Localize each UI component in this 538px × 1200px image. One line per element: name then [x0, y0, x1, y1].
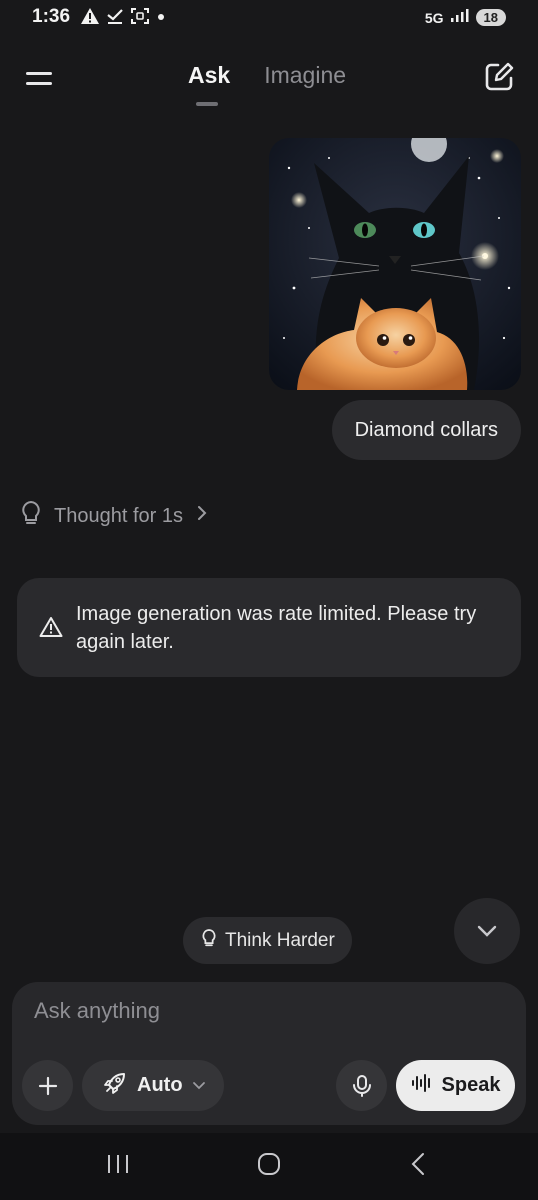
attach-button[interactable] [22, 1060, 73, 1111]
recent-apps-button[interactable] [106, 1151, 130, 1182]
status-right: 5G 18 [425, 7, 506, 28]
recents-icon [108, 1155, 128, 1173]
home-icon [258, 1153, 280, 1175]
model-label: Auto [137, 1074, 183, 1096]
plus-icon [38, 1076, 57, 1095]
thought-label: Thought for 1s [54, 504, 183, 527]
download-done-icon [106, 7, 124, 30]
microphone-button[interactable] [336, 1060, 387, 1111]
think-harder-button[interactable]: Think Harder [183, 917, 352, 964]
rocket-icon [102, 1070, 128, 1102]
network-type: 5G [424, 9, 444, 26]
error-text: Image generation was rate limited. Pleas… [76, 603, 477, 653]
system-navigation-bar [0, 1133, 538, 1200]
back-button[interactable] [408, 1151, 428, 1182]
user-message-bubble: Diamond collars [331, 400, 521, 460]
edit-icon [485, 62, 514, 91]
user-uploaded-image[interactable] [269, 138, 521, 390]
think-harder-label: Think Harder [225, 929, 335, 951]
back-icon [411, 1153, 424, 1175]
new-chat-button[interactable] [482, 60, 516, 94]
status-time: 1:36 [32, 6, 71, 27]
menu-icon [26, 72, 52, 85]
microphone-icon [352, 1074, 371, 1097]
message-input[interactable] [34, 998, 494, 1024]
scroll-to-bottom-button[interactable] [454, 898, 520, 964]
error-message: Image generation was rate limited. Pleas… [17, 578, 521, 677]
mode-tabs: Ask Imagine [188, 62, 346, 106]
chevron-down-icon [477, 925, 497, 937]
chevron-down-icon [192, 1074, 206, 1097]
tab-ask-label: Ask [188, 62, 231, 88]
screenshot-icon [130, 7, 150, 30]
speak-label: Speak [441, 1074, 501, 1096]
top-bar: Ask Imagine [0, 50, 538, 110]
user-message-text: Diamond collars [354, 418, 498, 441]
model-selector[interactable]: Auto [82, 1060, 224, 1111]
warning-icon [39, 616, 63, 643]
speak-button[interactable]: Speak [396, 1060, 515, 1111]
signal-icon [450, 7, 470, 28]
status-notification-icons [80, 7, 166, 30]
status-bar: 1:36 5G 18 [0, 0, 538, 36]
tab-imagine-label: Imagine [264, 62, 347, 88]
waveform-icon [411, 1073, 433, 1099]
active-tab-indicator [196, 102, 218, 106]
lightbulb-icon [201, 928, 217, 954]
home-button[interactable] [256, 1151, 282, 1182]
dot-icon [156, 7, 166, 30]
tab-imagine[interactable]: Imagine [264, 62, 346, 89]
composer: Auto Speak [12, 982, 526, 1125]
lightbulb-icon [20, 500, 42, 532]
battery-indicator: 18 [475, 9, 506, 26]
warning-icon [80, 7, 100, 30]
chevron-right-icon [195, 504, 209, 528]
cat-image [269, 138, 521, 390]
tab-ask[interactable]: Ask [188, 62, 231, 106]
thought-toggle[interactable]: Thought for 1s [20, 500, 209, 532]
menu-button[interactable] [24, 64, 56, 92]
